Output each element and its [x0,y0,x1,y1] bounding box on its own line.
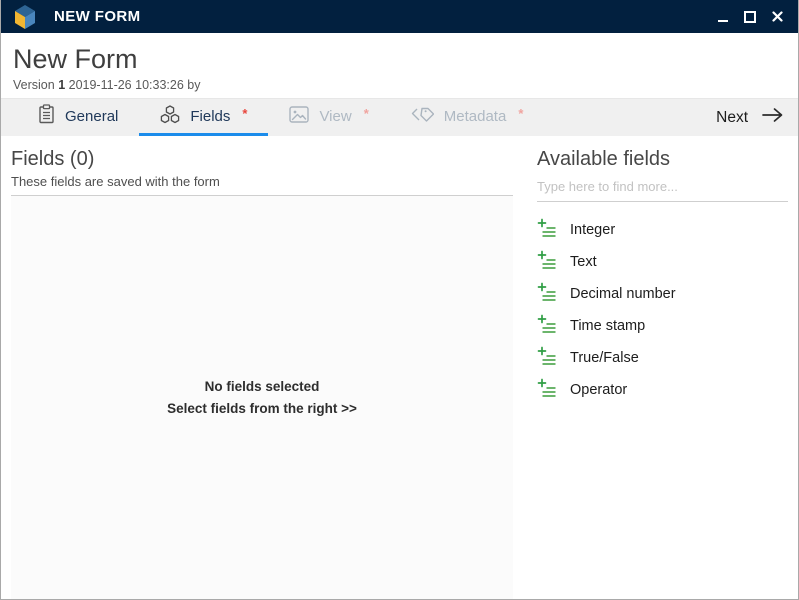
version-line: Version 1 2019-11-26 10:33:26 by [13,78,786,92]
new-form-window: NEW FORM New Form Version 1 2019-11-26 1… [0,0,799,600]
tab-fields[interactable]: Fields * [139,99,268,136]
tab-label: General [65,108,118,125]
tab-label: Metadata [444,108,507,125]
tags-icon [411,106,434,127]
window-controls [716,10,788,24]
page-header: New Form Version 1 2019-11-26 10:33:26 b… [1,33,798,98]
cubes-icon [160,105,180,128]
minimize-icon[interactable] [716,10,730,24]
empty-state-line1: No fields selected [205,377,320,396]
next-label: Next [716,109,748,127]
empty-state-line2: Select fields from the right >> [167,399,357,418]
version-timestamp: 2019-11-26 10:33:26 by [69,78,201,92]
field-label: Operator [570,382,627,398]
field-label: Decimal number [570,286,676,302]
list-item-integer[interactable]: Integer [537,214,788,246]
list-item-true-false[interactable]: True/False [537,342,788,374]
field-label: Time stamp [570,318,645,334]
titlebar[interactable]: NEW FORM [1,0,798,33]
available-fields-title: Available fields [537,148,788,171]
close-icon[interactable] [770,10,784,24]
window-title: NEW FORM [54,8,141,25]
add-field-icon [537,250,557,274]
tab-view[interactable]: View * [268,99,389,136]
image-icon [289,106,309,127]
add-field-icon [537,282,557,306]
search-input[interactable] [537,174,788,202]
main-content: Fields (0) These fields are saved with t… [1,136,798,599]
page-title: New Form [13,43,786,75]
required-marker: * [364,106,369,121]
list-item-time-stamp[interactable]: Time stamp [537,310,788,342]
next-button[interactable]: Next [702,99,798,136]
list-item-operator[interactable]: Operator [537,374,788,406]
available-fields-panel: Available fields Integer [513,136,798,599]
field-label: Integer [570,222,615,238]
required-marker: * [518,106,523,121]
required-marker: * [242,106,247,121]
fields-dropzone[interactable]: No fields selected Select fields from th… [11,196,513,599]
fields-panel: Fields (0) These fields are saved with t… [1,136,513,599]
maximize-icon[interactable] [743,10,757,24]
tab-label: View [319,108,351,125]
tab-general[interactable]: General [17,99,139,136]
app-logo-icon [13,4,37,30]
add-field-icon [537,378,557,402]
tabbar: General Fields * View * [1,98,798,136]
fields-panel-title: Fields (0) [11,148,513,171]
list-item-decimal-number[interactable]: Decimal number [537,278,788,310]
field-label: Text [570,254,597,270]
version-label: Version [13,78,55,92]
version-number: 1 [58,78,65,92]
arrow-right-icon [761,107,784,128]
available-field-list: Integer Text [537,214,788,406]
list-item-text[interactable]: Text [537,246,788,278]
add-field-icon [537,346,557,370]
field-label: True/False [570,350,639,366]
clipboard-icon [38,104,55,128]
tab-label: Fields [190,108,230,125]
fields-panel-subtitle: These fields are saved with the form [11,174,513,196]
tab-metadata[interactable]: Metadata * [390,99,545,136]
add-field-icon [537,218,557,242]
add-field-icon [537,314,557,338]
